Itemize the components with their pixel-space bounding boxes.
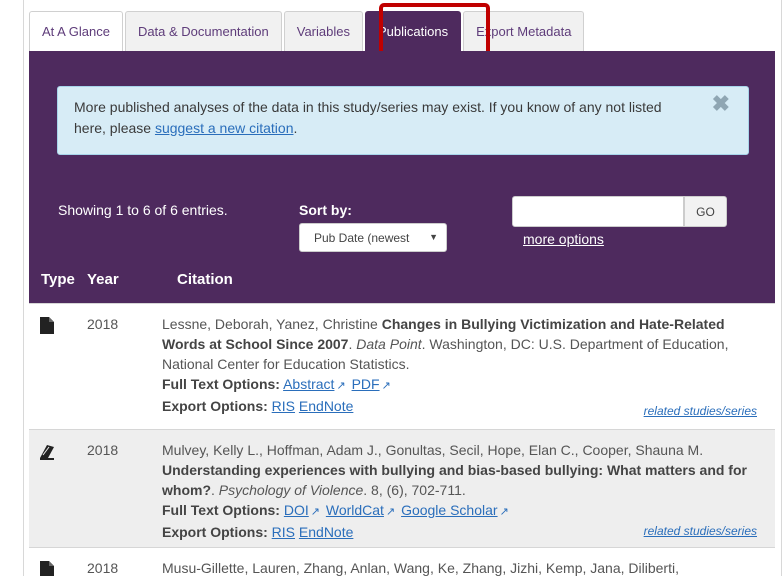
external-link-icon: ↗ (499, 506, 509, 518)
citation-authors: Lessne, Deborah, Yanez, Christine (162, 316, 382, 332)
tab-data-documentation[interactable]: Data & Documentation (124, 11, 282, 51)
citation-journal: Psychology of Violence (218, 482, 364, 498)
year-cell: 2018 (87, 560, 119, 576)
citation-journal: Data Point (356, 336, 422, 352)
table-row: 2018 Lessne, Deborah, Yanez, Christine C… (29, 303, 775, 429)
citation-authors: Musu-Gillette, Lauren, Zhang, Anlan, Wan… (162, 560, 679, 576)
info-alert: More published analyses of the data in t… (57, 86, 749, 155)
tab-publications[interactable]: Publications (364, 11, 462, 51)
ris-link[interactable]: RIS (272, 524, 295, 540)
suggest-citation-link[interactable]: suggest a new citation (155, 120, 294, 136)
tab-at-a-glance[interactable]: At A Glance (29, 11, 123, 51)
ris-link[interactable]: RIS (272, 398, 295, 414)
full-text-label: Full Text Options: (162, 502, 280, 518)
sort-label: Sort by: (299, 202, 352, 218)
tab-variables[interactable]: Variables (283, 11, 363, 51)
document-icon (40, 317, 54, 334)
header-year[interactable]: Year (87, 271, 119, 288)
pdf-link[interactable]: PDF (352, 376, 380, 392)
full-text-label: Full Text Options: (162, 376, 280, 392)
table-row: 2018 Mulvey, Kelly L., Hoffman, Adam J.,… (29, 429, 775, 547)
external-link-icon: ↗ (385, 506, 396, 518)
external-link-icon: ↗ (381, 380, 391, 392)
alert-period: . (293, 120, 298, 136)
citation-cell: Lessne, Deborah, Yanez, Christine Change… (162, 316, 729, 414)
table-row: 2018 Musu-Gillette, Lauren, Zhang, Anlan… (29, 547, 775, 576)
go-button[interactable]: GO (684, 196, 727, 227)
close-icon[interactable]: ✖ (712, 93, 730, 115)
tab-export-metadata[interactable]: Export Metadata (463, 11, 585, 51)
document-icon (40, 561, 54, 576)
more-options-link[interactable]: more options (523, 231, 604, 247)
header-type[interactable]: Type (41, 271, 75, 288)
sort-select[interactable]: Pub Date (newest ▼ (299, 223, 447, 252)
journal-icon (40, 445, 54, 460)
tab-bar: At A Glance Data & Documentation Variabl… (29, 10, 586, 51)
year-cell: 2018 (87, 442, 119, 458)
citation-authors: Mulvey, Kelly L., Hoffman, Adam J., Gonu… (162, 442, 704, 458)
chevron-down-icon: ▼ (429, 232, 438, 242)
external-link-icon: ↗ (310, 506, 320, 518)
endnote-link[interactable]: EndNote (299, 398, 353, 414)
citation-rest: . 8, (6), 702-711. (363, 482, 466, 498)
worldcat-link[interactable]: WorldCat (326, 502, 384, 518)
doi-link[interactable]: DOI (284, 502, 309, 518)
header-citation[interactable]: Citation (177, 271, 233, 288)
abstract-link[interactable]: Abstract (283, 376, 334, 392)
search-input[interactable] (512, 196, 684, 227)
endnote-link[interactable]: EndNote (299, 524, 353, 540)
export-label: Export Options: (162, 524, 268, 540)
publications-panel: More published analyses of the data in t… (29, 51, 775, 303)
export-label: Export Options: (162, 398, 268, 414)
year-cell: 2018 (87, 316, 119, 332)
related-studies-link[interactable]: related studies/series (644, 404, 757, 418)
google-scholar-link[interactable]: Google Scholar (401, 502, 498, 518)
citation-cell: Musu-Gillette, Lauren, Zhang, Anlan, Wan… (162, 558, 762, 576)
sort-value: Pub Date (newest (314, 230, 410, 245)
external-link-icon: ↗ (336, 380, 346, 392)
related-studies-link[interactable]: related studies/series (644, 524, 757, 538)
entries-count: Showing 1 to 6 of 6 entries. (58, 202, 228, 218)
